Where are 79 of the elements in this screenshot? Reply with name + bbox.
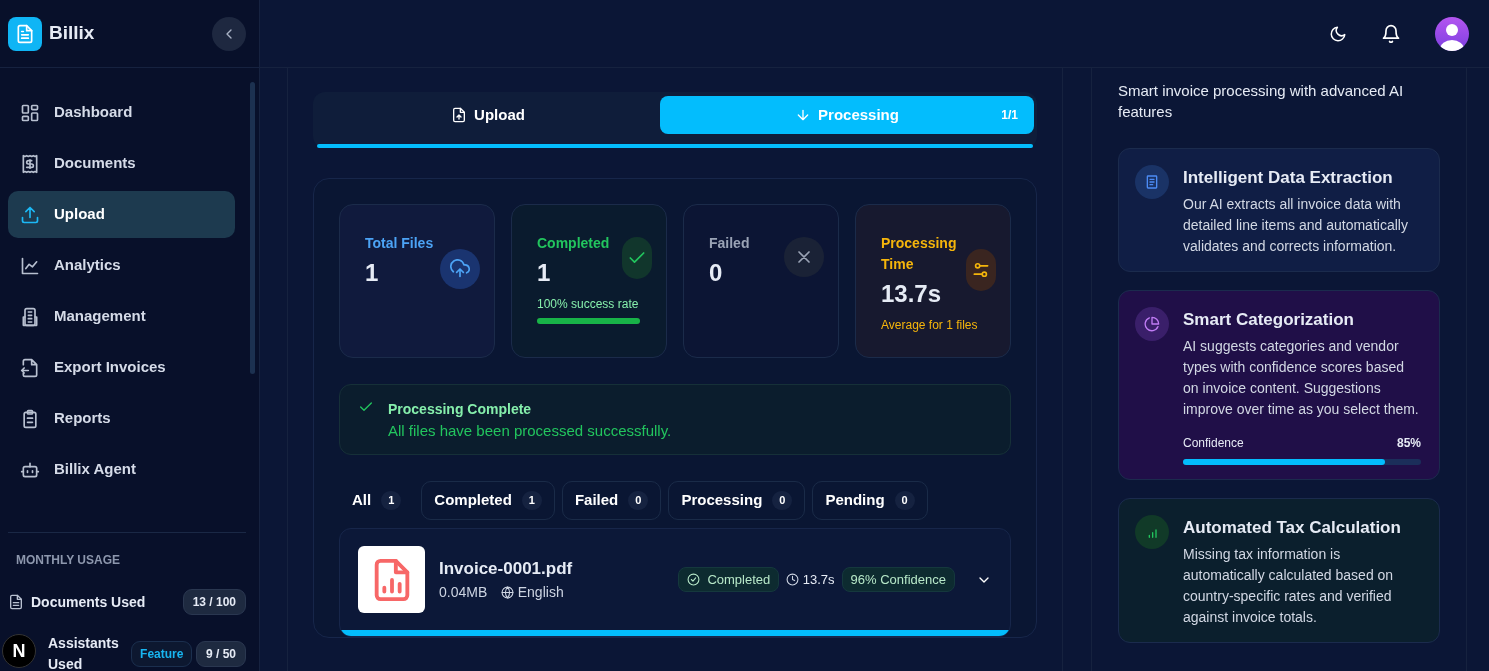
filter-count: 1 [381, 491, 402, 510]
meter-reading: 85% [1396, 435, 1421, 452]
file-upload-icon [451, 107, 468, 123]
file-size: 0.04MB [439, 582, 488, 602]
document-icon [8, 594, 24, 610]
stat-value: 1 [365, 257, 380, 288]
stat-value: 13.7s [881, 278, 943, 309]
dev-tools-button[interactable]: N [2, 634, 36, 668]
scrollbar[interactable] [250, 82, 255, 374]
confidence-badge: 96% Confidence [841, 566, 955, 593]
stat-note: Average for 1 files [881, 316, 979, 334]
usage-label: Assistants Used [48, 634, 120, 671]
sidebar-item[interactable]: Reports [8, 395, 235, 442]
feature-badge: Feature [131, 641, 193, 667]
logo-icon [8, 16, 42, 51]
alert-title: Processing Complete [388, 400, 533, 419]
step-count: 1/1 [1001, 107, 1018, 124]
building-icon [20, 306, 40, 327]
filter-count: 0 [628, 491, 649, 510]
filter-count: 0 [894, 491, 915, 510]
sliders-icon [971, 260, 991, 280]
file-export-icon [20, 357, 40, 378]
usage-label: Documents Used [31, 592, 146, 612]
cloud-upload-icon [450, 259, 470, 279]
filter-tab[interactable]: Processing 0 [668, 481, 806, 520]
sidebar-item[interactable]: Dashboard [8, 89, 235, 136]
collapse-button[interactable] [212, 16, 246, 51]
filter-tab[interactable]: Completed 1 [421, 481, 555, 520]
stat-value: 0 [709, 257, 724, 288]
receipt-icon [20, 153, 40, 174]
filter-tab[interactable]: Pending 0 [812, 481, 928, 520]
duration: 13.7s [802, 570, 835, 589]
filter-tab[interactable]: All 1 [339, 481, 415, 520]
feature-title: Automated Tax Calculation [1183, 517, 1402, 539]
stat-label: Total Files [365, 234, 435, 253]
filter-tab[interactable]: Failed 0 [561, 481, 662, 520]
notifications-button[interactable] [1381, 22, 1401, 45]
feature-description: Our AI extracts all invoice data with detailed line items and automatically validates and corrects information. [1183, 195, 1409, 256]
stat-note: 100% success rate [537, 295, 640, 313]
panel-subtitle: Smart invoice processing with advanced AI features [1118, 81, 1405, 122]
stat-label: Completed [537, 234, 611, 253]
sidebar-item[interactable]: Export Invoices [8, 344, 235, 391]
globe-icon [501, 585, 515, 599]
sidebar-item[interactable]: Upload [8, 191, 235, 238]
step-tab[interactable]: Upload [316, 96, 660, 134]
sidebar-item[interactable]: Management [8, 293, 235, 340]
feature-description: AI suggests categories and vendor types with confidence scores based on invoice content. Suggestions improve over time as you select them. [1183, 337, 1420, 419]
clipboard-icon [20, 408, 40, 429]
meter-label: Confidence [1183, 435, 1244, 452]
clock-icon [786, 573, 800, 586]
filter-count: 1 [521, 491, 542, 510]
sidebar-item[interactable]: Documents [8, 140, 235, 187]
feature-title: Smart Categorization [1183, 309, 1355, 331]
document-icon [1144, 174, 1160, 190]
avatar[interactable] [1435, 16, 1469, 51]
bell-icon [1381, 24, 1401, 45]
sidebar-item[interactable]: Analytics [8, 242, 235, 289]
line-chart-icon [20, 255, 40, 276]
upload-icon [20, 204, 40, 225]
stat-label: Failed [709, 234, 751, 253]
moon-icon [1329, 25, 1347, 44]
stat-value: 1 [537, 257, 552, 288]
feature-description: Missing tax information is automatically calculated based on country-specific rates and verified against invoice totals. [1183, 545, 1395, 627]
feature-title: Intelligent Data Extraction [1183, 167, 1394, 189]
usage-count: 9 / 50 [195, 641, 246, 667]
check-circle-icon [687, 573, 701, 586]
alert-message: All files have been processed successfully. [388, 421, 672, 441]
app-name: Billix [49, 21, 95, 46]
section-title: MONTHLY USAGE [16, 552, 121, 569]
usage-count: 13 / 100 [182, 589, 246, 615]
pie-chart-icon [1144, 316, 1160, 332]
status-badge: Completed [678, 566, 780, 593]
file-card[interactable]: Invoice-0001.pdf 0.04MB English Completed 13.7s 96% Confidence [339, 528, 1011, 637]
dashboard-icon [20, 102, 40, 123]
stat-label: Processing Time [881, 234, 956, 274]
filter-count: 0 [772, 491, 793, 510]
file-language: English [517, 582, 564, 602]
sidebar-item[interactable]: Billix Agent [8, 446, 235, 493]
file-name: Invoice-0001.pdf [439, 558, 573, 581]
